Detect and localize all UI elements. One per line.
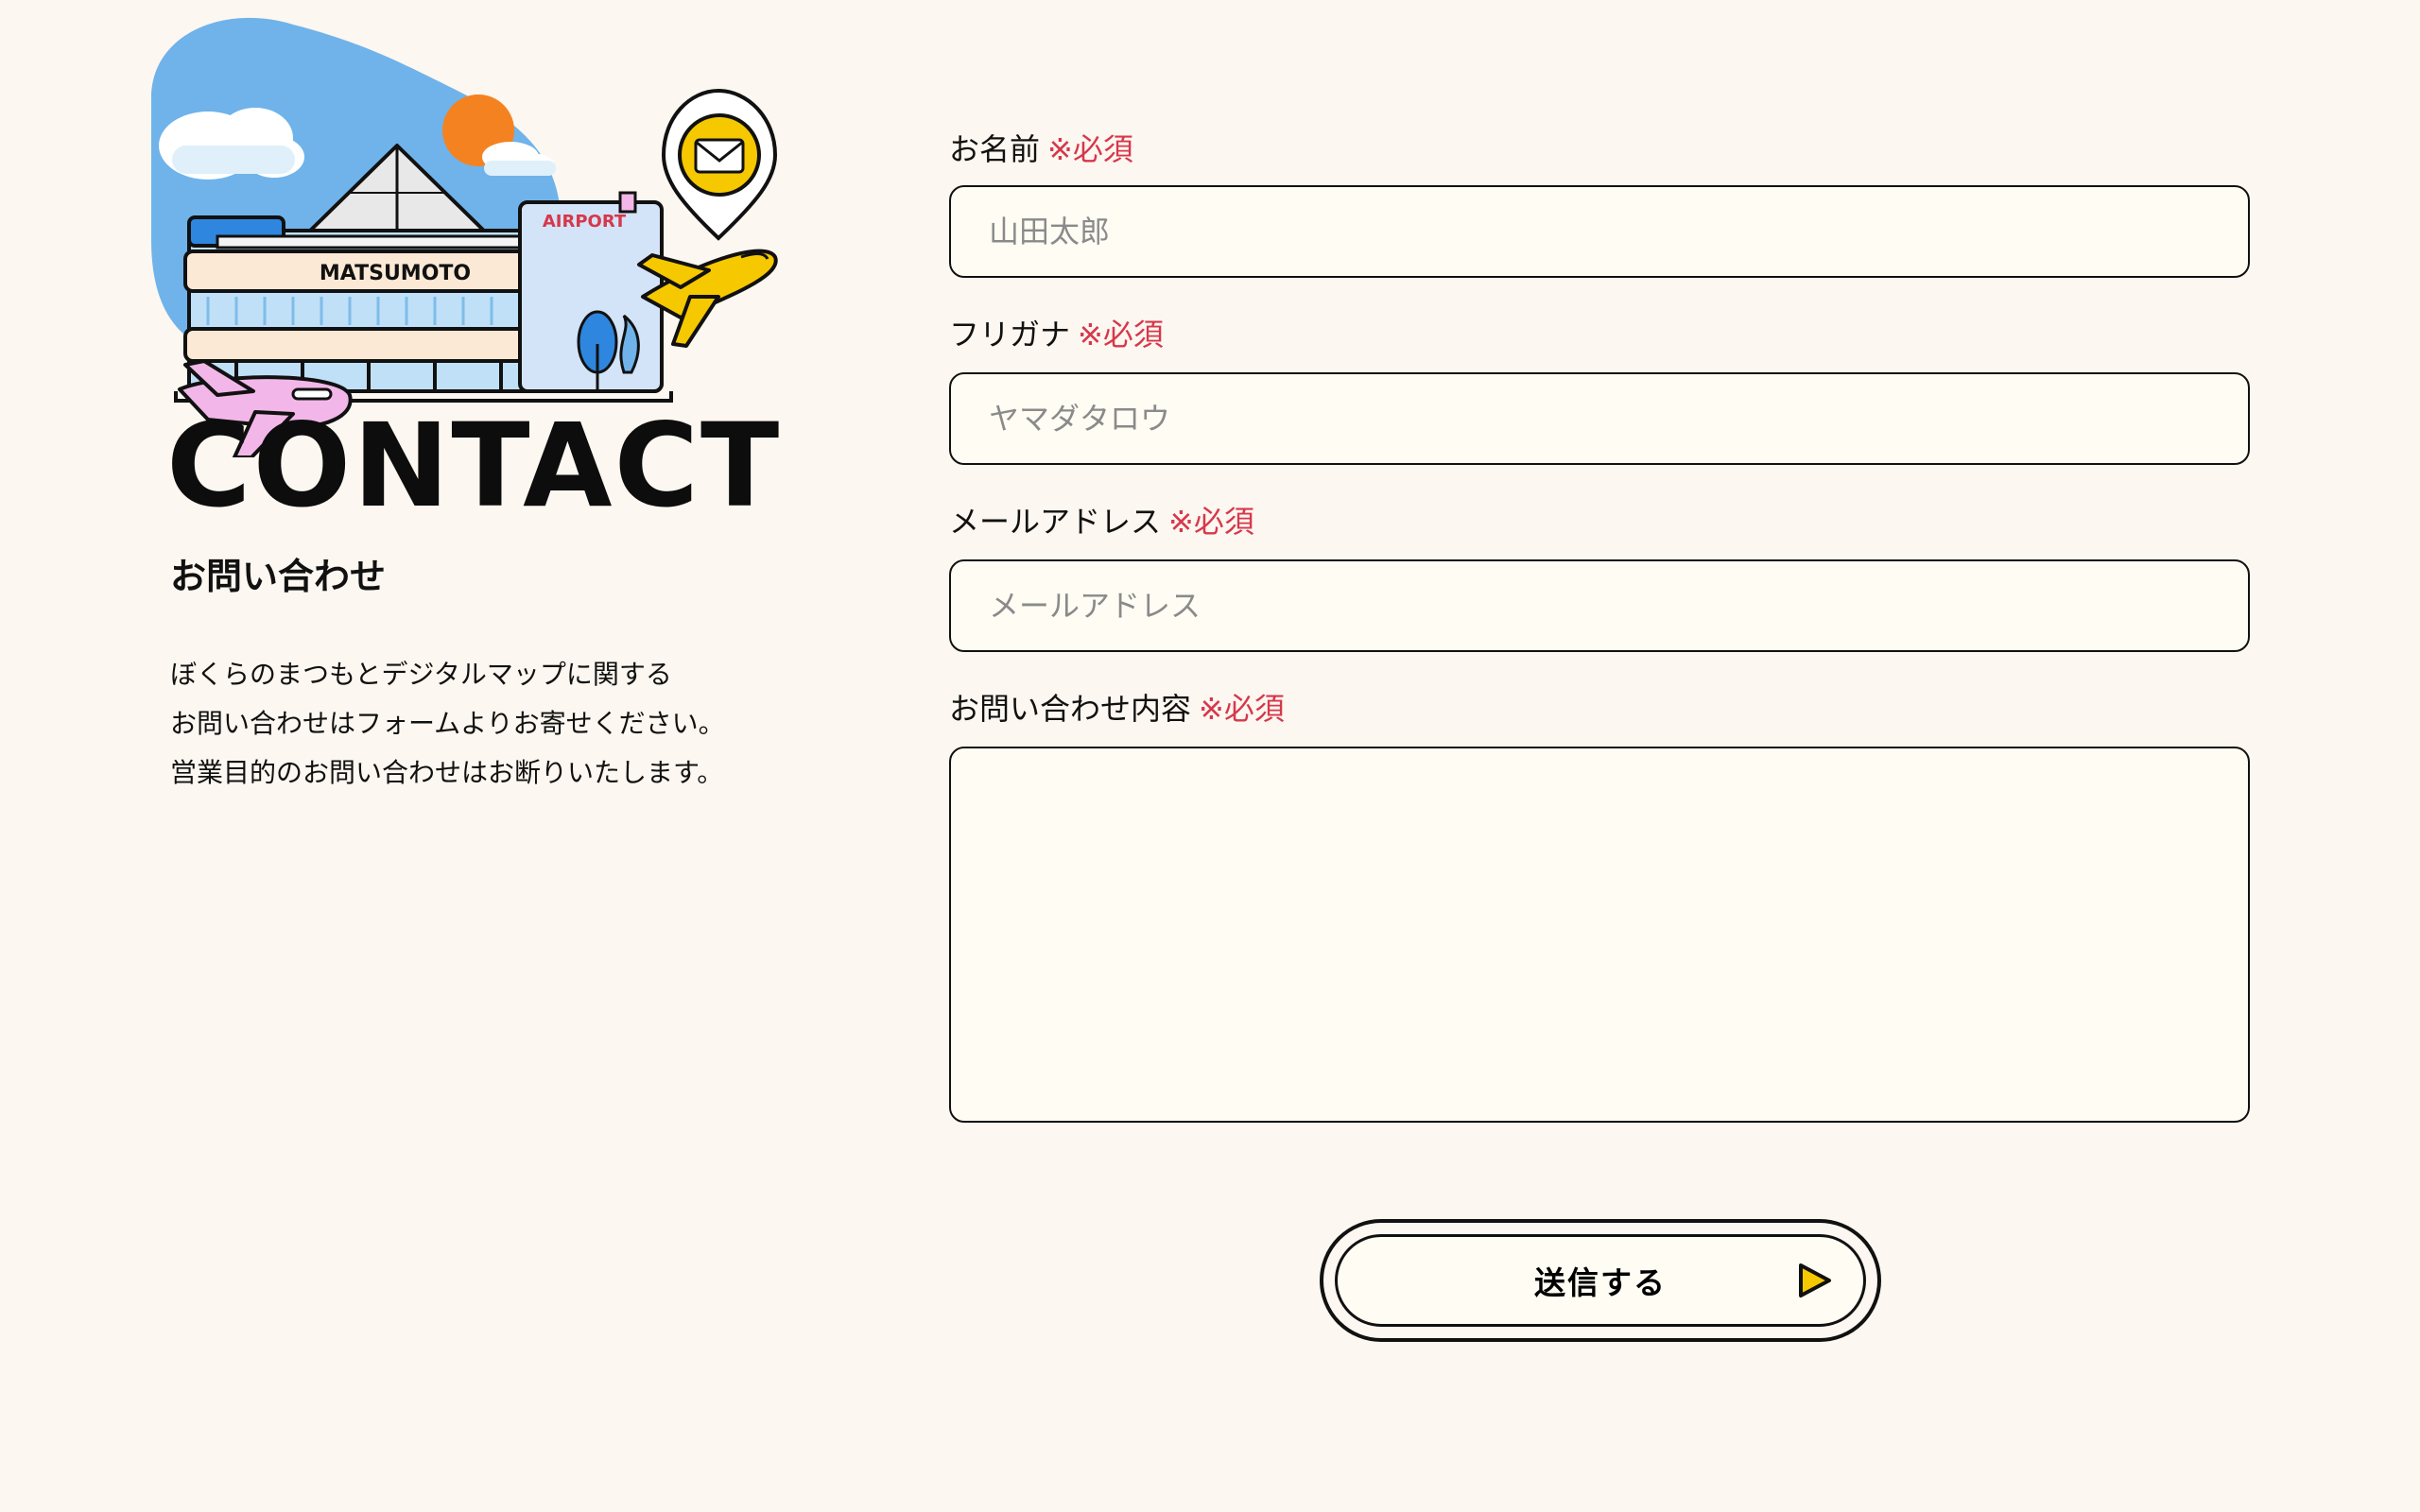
required-mark: ※必須 — [1199, 691, 1285, 727]
name-label: お名前 ※必須 — [949, 130, 1133, 168]
hero-illustration: MATSUMOTO AIRPORT — [113, 13, 794, 457]
play-arrow-icon — [1799, 1263, 1831, 1297]
contact-form: お名前※必須 フリガナ※必須 メールアドレス※必須 お問い合わせ内容※必須 送信… — [949, 0, 2254, 1512]
email-input[interactable] — [949, 559, 2250, 652]
message-textarea[interactable] — [949, 747, 2250, 1123]
submit-button[interactable]: 送信する — [1320, 1219, 1881, 1342]
cloud-small — [482, 142, 556, 176]
furigana-label: フリガナ ※必須 — [949, 316, 1164, 353]
submit-button-inner: 送信する — [1335, 1234, 1866, 1327]
required-mark: ※必須 — [1047, 131, 1133, 167]
email-label-text: メールアドレス — [949, 504, 1162, 540]
furigana-label-text: フリガナ — [949, 317, 1071, 352]
intro-line: ぼくらのまつもとデジタルマップに関する — [170, 659, 672, 690]
message-label: お問い合わせ内容 ※必須 — [949, 690, 1285, 728]
email-label: メールアドレス ※必須 — [949, 503, 1254, 541]
required-mark: ※必須 — [1078, 317, 1164, 352]
page-subtitle: お問い合わせ — [170, 556, 387, 597]
submit-label: 送信する — [1534, 1265, 1667, 1300]
cloud-left — [159, 108, 304, 180]
name-input[interactable] — [949, 185, 2250, 278]
svg-text:AIRPORT: AIRPORT — [543, 212, 627, 232]
name-label-text: お名前 — [949, 131, 1041, 167]
required-mark: ※必須 — [1168, 504, 1254, 540]
mail-pin-icon — [661, 88, 778, 241]
furigana-input[interactable] — [949, 372, 2250, 465]
intro-line: お問い合わせはフォームよりお寄せください。 — [170, 708, 725, 739]
intro-line: 営業目的のお問い合わせはお断りいたします。 — [170, 757, 724, 788]
message-label-text: お問い合わせ内容 — [949, 691, 1192, 727]
intro-text: ぼくらのまつもとデジタルマップに関する お問い合わせはフォームよりお寄せください… — [170, 650, 725, 798]
svg-text:MATSUMOTO: MATSUMOTO — [320, 262, 471, 285]
page-title: CONTACT — [166, 399, 782, 533]
